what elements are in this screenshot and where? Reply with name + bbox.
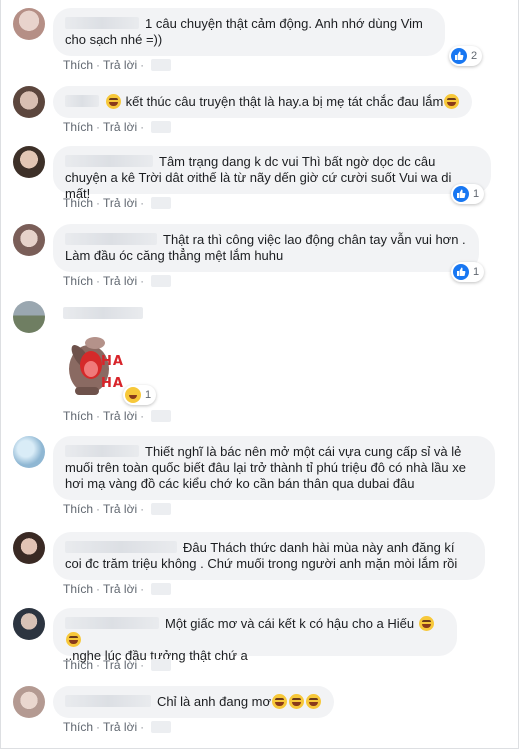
laugh-emoji-icon — [306, 694, 322, 709]
avatar[interactable] — [13, 436, 45, 468]
like-link[interactable]: Thích — [63, 196, 93, 210]
commenter-name[interactable] — [65, 617, 159, 629]
avatar[interactable] — [13, 608, 45, 640]
timestamp[interactable] — [151, 59, 172, 71]
timestamp[interactable] — [151, 721, 172, 733]
rofl-emoji-icon — [444, 94, 460, 109]
comment-bubble: Thật ra thì công việc lao động chân tay … — [53, 224, 479, 272]
comment-bubble: Tâm trạng dang k dc vui Thì bất ngờ dọc … — [53, 146, 491, 201]
haha-icon — [125, 387, 141, 403]
comment-actions: Thích · Trả lời · — [63, 720, 172, 734]
reaction-number: 1 — [473, 266, 480, 278]
reaction-number: 1 — [145, 389, 152, 401]
comment-thread: 1 câu chuyện thật cảm động. Anh nhớ dùng… — [0, 0, 519, 749]
comment-bubble: Chỉ là anh đang mơ — [53, 686, 335, 718]
reaction-count[interactable]: 2 — [449, 46, 483, 66]
avatar[interactable] — [13, 8, 45, 40]
reply-link[interactable]: Trả lời — [103, 502, 137, 516]
reply-link[interactable]: Trả lời — [103, 720, 137, 734]
avatar[interactable] — [13, 224, 45, 256]
avatar[interactable] — [13, 146, 45, 178]
comment-actions: Thích · Trả lời · — [63, 582, 172, 596]
like-link[interactable]: Thích — [63, 658, 93, 672]
laugh-emoji-icon — [289, 694, 305, 709]
comment-text: Chỉ là anh đang mơ — [157, 694, 272, 709]
comment-bubble: Đâu Thách thức danh hài mùa này anh đăng… — [53, 532, 485, 580]
like-link[interactable]: Thích — [63, 720, 93, 734]
commenter-name[interactable] — [65, 541, 177, 553]
commenter-name[interactable] — [65, 695, 151, 707]
like-link[interactable]: Thích — [63, 409, 93, 423]
avatar[interactable] — [13, 86, 45, 118]
like-link[interactable]: Thích — [63, 502, 93, 516]
like-icon — [451, 48, 467, 64]
reply-link[interactable]: Trả lời — [103, 196, 137, 210]
like-link[interactable]: Thích — [63, 582, 93, 596]
commenter-name[interactable] — [65, 233, 157, 245]
comment-actions: Thích · Trả lời · — [63, 658, 172, 672]
reply-link[interactable]: Trả lời — [103, 58, 137, 72]
comment-text: Một giấc mơ và cái kết k có hậu cho a Hi… — [165, 616, 415, 631]
avatar[interactable] — [13, 532, 45, 564]
laugh-emoji-icon — [418, 616, 434, 631]
reaction-count[interactable]: 1 — [123, 385, 157, 405]
laugh-emoji-icon — [66, 632, 81, 647]
reply-link[interactable]: Trả lời — [103, 409, 137, 423]
comment-bubble: Thiết nghĩ là bác nên mở một cái vựa cun… — [53, 436, 495, 500]
reaction-number: 2 — [471, 50, 478, 62]
comment-actions: Thích · Trả lời · — [63, 58, 172, 72]
comment-actions: Thích · Trả lời · — [63, 409, 172, 423]
reaction-count[interactable]: 1 — [451, 184, 485, 204]
like-link[interactable]: Thích — [63, 274, 93, 288]
comment-actions: Thích · Trả lời · — [63, 196, 172, 210]
comment-actions: Thích · Trả lời · — [63, 502, 172, 516]
reply-link[interactable]: Trả lời — [103, 274, 137, 288]
like-icon — [453, 264, 469, 280]
laugh-emoji-icon — [272, 694, 288, 709]
comment-text: kết thúc câu truyện thật là hay.a bị mẹ … — [125, 94, 444, 109]
like-icon — [453, 186, 469, 202]
comment-bubble: kết thúc câu truyện thật là hay.a bị mẹ … — [53, 86, 473, 118]
avatar[interactable] — [13, 301, 45, 333]
avatar[interactable] — [13, 686, 45, 718]
like-link[interactable]: Thích — [63, 58, 93, 72]
timestamp[interactable] — [151, 583, 172, 595]
reply-link[interactable]: Trả lời — [103, 120, 137, 134]
reaction-count[interactable]: 1 — [451, 262, 485, 282]
timestamp[interactable] — [151, 275, 172, 287]
commenter-name[interactable] — [65, 95, 99, 107]
timestamp[interactable] — [151, 197, 172, 209]
comment-actions: Thích · Trả lời · — [63, 120, 172, 134]
timestamp[interactable] — [151, 659, 172, 671]
like-link[interactable]: Thích — [63, 120, 93, 134]
timestamp[interactable] — [151, 410, 172, 422]
comment-bubble: Một giấc mơ và cái kết k có hậu cho a Hi… — [53, 608, 457, 663]
reply-link[interactable]: Trả lời — [103, 658, 137, 672]
comment-actions: Thích · Trả lời · — [63, 274, 172, 288]
commenter-name[interactable] — [65, 445, 139, 457]
timestamp[interactable] — [151, 503, 172, 515]
commenter-name[interactable] — [65, 155, 153, 167]
reply-link[interactable]: Trả lời — [103, 582, 137, 596]
laugh-emoji-icon — [106, 94, 121, 109]
comment-bubble: 1 câu chuyện thật cảm động. Anh nhớ dùng… — [53, 8, 445, 56]
commenter-name[interactable] — [65, 17, 139, 29]
reaction-number: 1 — [473, 188, 480, 200]
commenter-name[interactable] — [63, 307, 143, 319]
timestamp[interactable] — [151, 121, 172, 133]
